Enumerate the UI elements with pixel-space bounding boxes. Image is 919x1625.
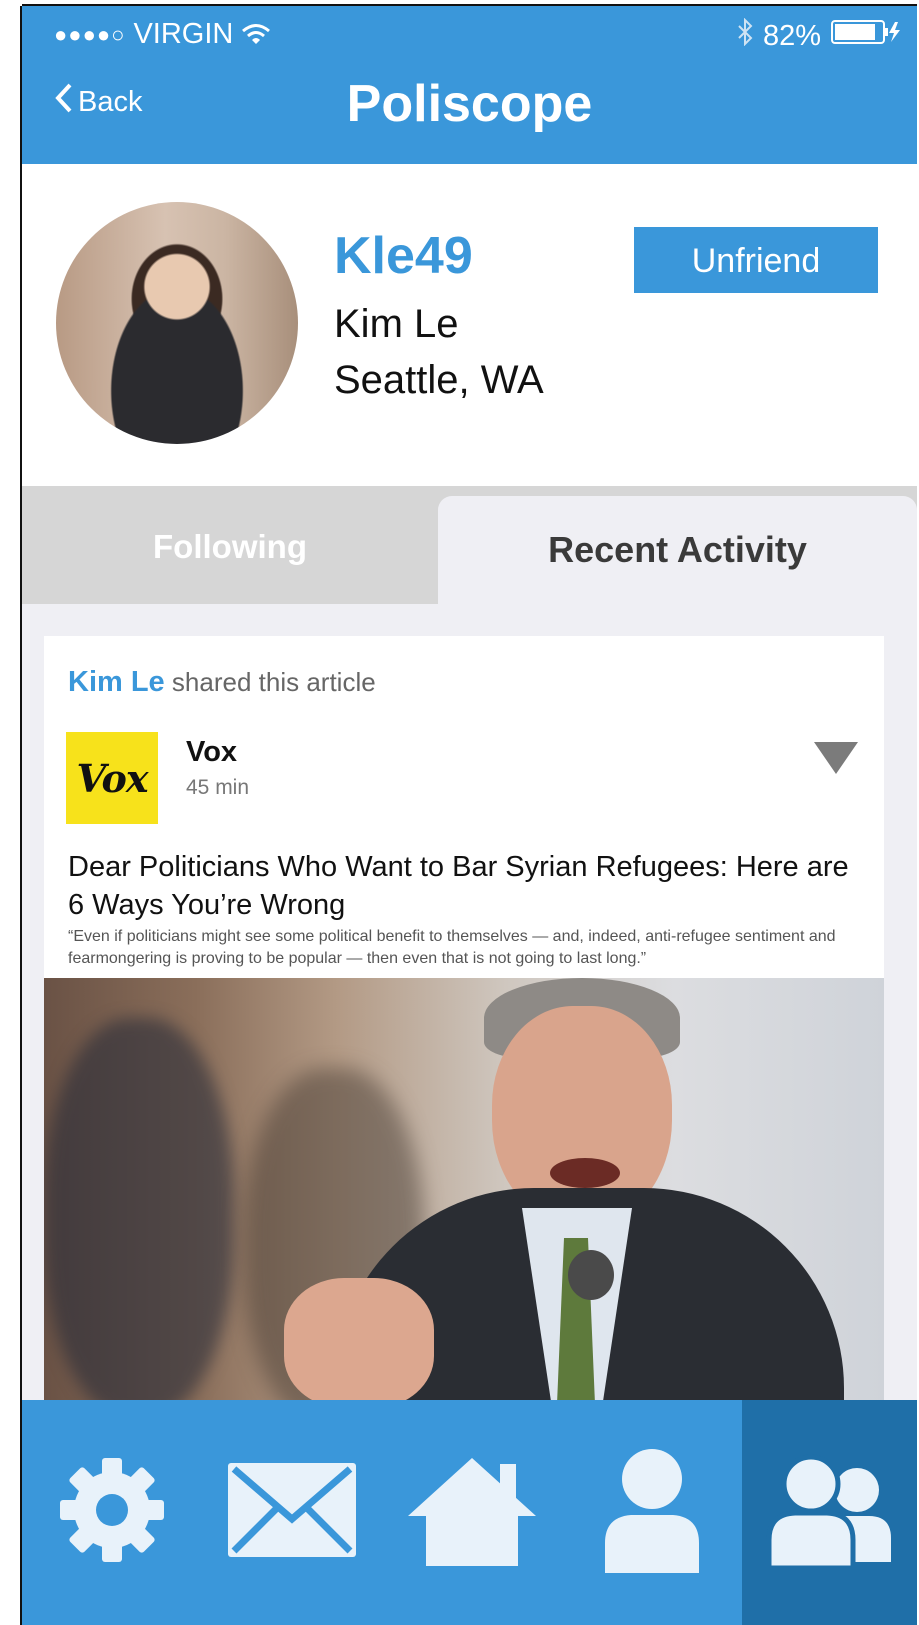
post-card[interactable]: Kim Le shared this article Vox Vox 45 mi…	[44, 636, 884, 1406]
tab-recent-activity[interactable]: Recent Activity	[438, 496, 917, 608]
sharer-name[interactable]: Kim Le	[68, 666, 165, 698]
article-quote: “Even if politicians might see some poli…	[68, 928, 836, 967]
carrier-name: VIRGIN	[133, 18, 234, 50]
wifi-icon	[241, 23, 271, 47]
avatar	[56, 202, 298, 444]
share-action: shared this article	[171, 667, 376, 697]
profile-location: Seattle, WA	[334, 358, 544, 402]
header: ●●●●○ VIRGIN 82% Back Poliscope	[22, 6, 917, 164]
user-icon	[597, 1445, 707, 1580]
status-bar-left: ●●●●○ VIRGIN	[54, 18, 271, 51]
dropdown-arrow-icon[interactable]	[814, 742, 858, 774]
tab-home[interactable]	[382, 1400, 562, 1625]
tab-settings[interactable]	[22, 1400, 202, 1625]
tab-profile[interactable]	[562, 1400, 742, 1625]
article-headline[interactable]: Dear Politicians Who Want to Bar Syrian …	[68, 848, 868, 924]
app-title: Poliscope	[346, 75, 593, 133]
signal-strength: ●●●●○	[54, 21, 126, 47]
tab-messages[interactable]	[202, 1400, 382, 1625]
status-bar-right: 82%	[737, 17, 903, 54]
article-image[interactable]	[44, 978, 884, 1406]
battery-percent: 82%	[762, 19, 821, 52]
mail-icon	[222, 1455, 362, 1570]
profile-name: Kim Le	[334, 302, 459, 346]
users-icon	[765, 1450, 895, 1575]
source-name[interactable]: Vox	[186, 736, 237, 769]
post-time: 45 min	[186, 776, 250, 799]
unfriend-button[interactable]: Unfriend	[634, 227, 878, 293]
vox-logo[interactable]: Vox	[66, 732, 158, 824]
gear-icon	[52, 1450, 172, 1575]
tab-following[interactable]: Following	[22, 486, 438, 606]
battery-icon	[831, 19, 903, 53]
share-line: Kim Le shared this article	[68, 666, 376, 699]
profile-username: Kle49	[334, 227, 473, 285]
app-screen: ●●●●○ VIRGIN 82% Back Poliscope Kle49 Ki…	[22, 6, 917, 1625]
tab-bar	[22, 1400, 917, 1625]
bluetooth-icon	[737, 17, 753, 54]
home-icon	[402, 1450, 542, 1575]
tab-friends[interactable]	[742, 1400, 917, 1625]
